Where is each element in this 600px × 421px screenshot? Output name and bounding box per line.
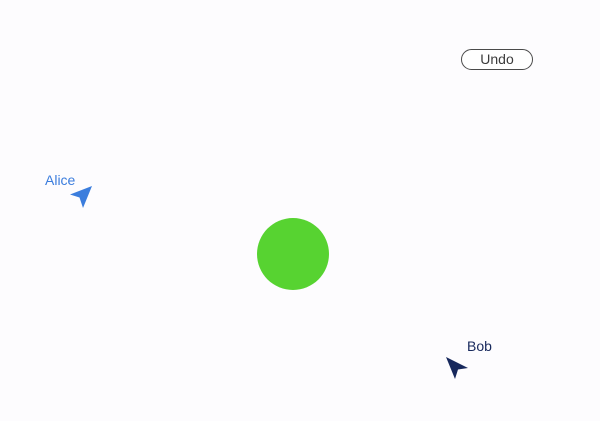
undo-button[interactable]: Undo <box>461 49 533 70</box>
cursor-label-bob: Bob <box>467 338 492 354</box>
bob-pointer-icon <box>446 357 468 379</box>
collaborative-canvas[interactable]: Undo Alice Bob <box>0 0 600 421</box>
green-circle-shape[interactable] <box>257 218 329 290</box>
alice-pointer-icon <box>70 186 92 208</box>
